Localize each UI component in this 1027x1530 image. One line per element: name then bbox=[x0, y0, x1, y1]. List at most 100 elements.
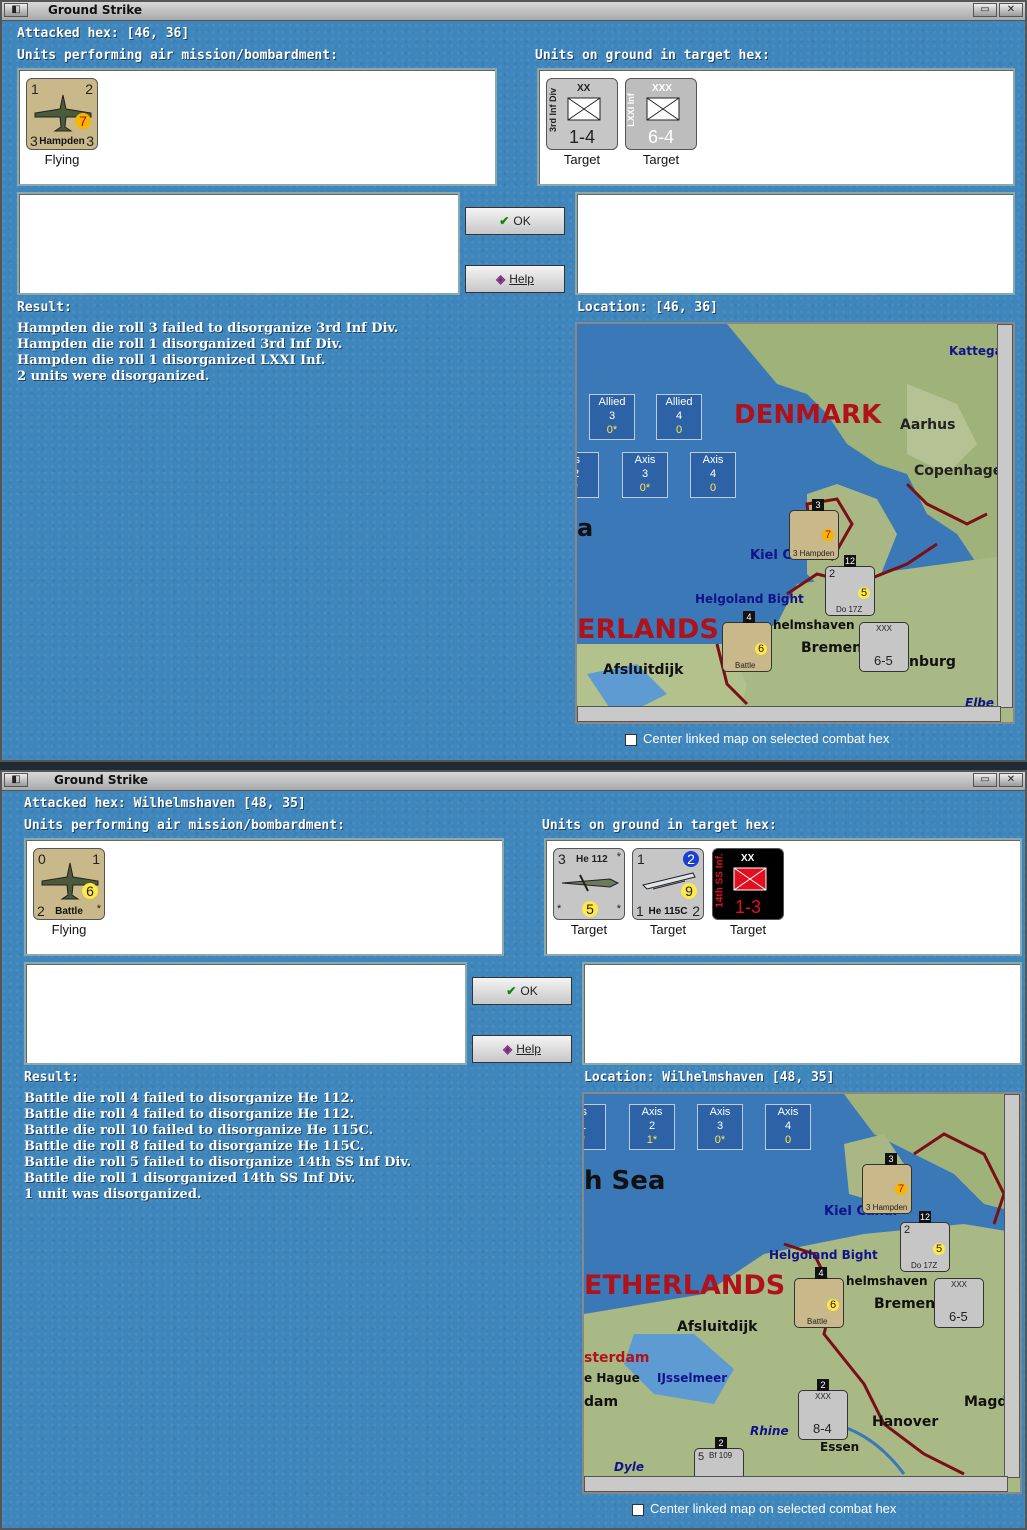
axis-summary-2[interactable]: Axis 2 1* bbox=[629, 1104, 675, 1150]
he112-unit-counter[interactable]: 3 He 112 * * 5 * bbox=[553, 848, 625, 920]
stack-count: 4 bbox=[743, 611, 755, 623]
summary-sub: 0 bbox=[784, 1134, 792, 1146]
close-icon[interactable]: ✕ bbox=[999, 3, 1023, 17]
help-button[interactable]: ◈ Help bbox=[465, 265, 565, 293]
result-line: Battle die roll 1 disorganized 14th SS I… bbox=[24, 1171, 356, 1186]
map-label-helgoland-bight: Helgoland Bight bbox=[695, 592, 804, 606]
axis-summary-4[interactable]: Axis 4 0 bbox=[765, 1104, 811, 1150]
summary-value: 1 bbox=[584, 1120, 586, 1132]
help-label: Help bbox=[509, 272, 534, 286]
allied-summary-3[interactable]: Allied 3 0* bbox=[589, 394, 635, 440]
counter-name: Do 17Z bbox=[836, 605, 863, 614]
counter-name: Battle bbox=[735, 661, 756, 670]
minimize-icon[interactable]: ▭ bbox=[973, 3, 997, 17]
infantry-symbol-icon bbox=[733, 867, 767, 891]
stack-count: 4 bbox=[815, 1267, 827, 1279]
counter-bl: 5 bbox=[698, 1451, 705, 1463]
unit-size: XX bbox=[577, 83, 591, 94]
title-bar: ◧ Ground Strike ▭ ✕ bbox=[2, 2, 1025, 21]
result-label: Result: bbox=[17, 300, 72, 315]
result-line: Battle die roll 4 failed to disorganize … bbox=[24, 1107, 355, 1122]
axis-summary-3[interactable]: Axis 3 0* bbox=[622, 452, 668, 498]
center-map-checkbox[interactable] bbox=[632, 1504, 644, 1516]
counter-name: 6-5 bbox=[949, 1309, 968, 1324]
title-bar: ◧ Ground Strike ▭ ✕ bbox=[2, 772, 1025, 791]
map-label-hanover: Hanover bbox=[872, 1414, 939, 1430]
map-label-denmark: DENMARK bbox=[734, 400, 882, 430]
help-book-icon: ◈ bbox=[496, 272, 506, 286]
counter-badge: 7 bbox=[895, 1183, 907, 1195]
window-menu-icon[interactable]: ◧ bbox=[4, 3, 28, 17]
close-icon[interactable]: ✕ bbox=[999, 773, 1023, 787]
map-vertical-scrollbar[interactable] bbox=[1004, 1094, 1020, 1478]
summary-side: Axis bbox=[641, 1106, 663, 1118]
unit-br: * bbox=[96, 903, 101, 915]
map-label-hamburg: nburg bbox=[909, 654, 956, 670]
summary-value: 4 bbox=[675, 410, 683, 422]
unit-br: 2 bbox=[692, 903, 700, 919]
hampden-map-counter[interactable]: 3 3 Hampden 7 bbox=[862, 1153, 912, 1214]
help-button[interactable]: ◈ Help bbox=[472, 1035, 572, 1063]
unit-status: Target bbox=[729, 922, 767, 937]
xxx-map-counter[interactable]: XXX 6-5 bbox=[859, 622, 909, 672]
ok-button[interactable]: ✔ OK bbox=[465, 207, 565, 235]
air-units-list[interactable]: 0 1 6 2 Battle * Flying bbox=[24, 838, 504, 956]
map-vertical-scrollbar[interactable] bbox=[997, 324, 1013, 708]
ground-units-list[interactable]: 3rd Inf Div XX 1-4 Target LXXI Inf XXX 6… bbox=[537, 68, 1015, 186]
summary-value: 3 bbox=[716, 1120, 724, 1132]
summary-sub: * bbox=[577, 482, 578, 494]
unit-tl: 1 bbox=[637, 851, 645, 867]
result-line: 1 unit was disorganized. bbox=[24, 1187, 202, 1202]
axis-summary-3[interactable]: Axis 3 0* bbox=[697, 1104, 743, 1150]
defender-info-box bbox=[582, 962, 1022, 1065]
ground-units-list[interactable]: 3 He 112 * * 5 * Target 1 2 9 1 He 115C … bbox=[544, 838, 1022, 956]
summary-value: 4 bbox=[784, 1120, 792, 1132]
counter-name: 3 Hampden bbox=[793, 549, 835, 558]
infantry-symbol-icon bbox=[567, 97, 601, 121]
hampden-unit-counter[interactable]: 1 2 7 3 Hampden 3 bbox=[26, 78, 98, 150]
center-map-checkbox[interactable] bbox=[625, 734, 637, 746]
allied-summary-4[interactable]: Allied 4 0 bbox=[656, 394, 702, 440]
defender-info-box bbox=[575, 192, 1015, 295]
14th-ss-inf-counter[interactable]: 14th SS Inf. XX 1-3 bbox=[712, 848, 784, 920]
battle-map-counter[interactable]: 4 6 Battle bbox=[794, 1267, 844, 1328]
stack-count: 2 bbox=[715, 1437, 727, 1449]
summary-sub: * bbox=[584, 1134, 585, 1146]
3rd-inf-div-counter[interactable]: 3rd Inf Div XX 1-4 bbox=[546, 78, 618, 150]
battle-map-counter[interactable]: 4 6 Battle bbox=[722, 611, 772, 672]
battle-unit-counter[interactable]: 0 1 6 2 Battle * bbox=[33, 848, 105, 920]
map-horizontal-scrollbar[interactable] bbox=[577, 706, 1001, 722]
lxxi-inf-counter[interactable]: LXXI Inf XXX 6-4 bbox=[625, 78, 697, 150]
counter-badge: 6 bbox=[827, 1299, 839, 1311]
summary-sub: 0* bbox=[714, 1134, 726, 1146]
do17z-map-counter[interactable]: 12 2 5 Do 17Z bbox=[900, 1211, 950, 1272]
unit-badge: 6 bbox=[82, 883, 98, 899]
xxx-8-4-map-counter[interactable]: 2 XXX 8-4 bbox=[798, 1379, 848, 1440]
map-label-afsluitdijk: Afsluitdijk bbox=[603, 662, 684, 678]
map-label-aarhus: Aarhus bbox=[900, 417, 956, 433]
map-label-helgoland-bight: Helgoland Bight bbox=[769, 1248, 878, 1262]
counter-name: Battle bbox=[807, 1317, 828, 1326]
hampden-map-counter[interactable]: 3 3 Hampden 7 bbox=[789, 499, 839, 560]
counter-name: 6-5 bbox=[874, 653, 893, 668]
do17z-map-counter[interactable]: 12 2 5 Do 17Z bbox=[825, 555, 875, 616]
xxx-6-5-map-counter[interactable]: XXX 6-5 bbox=[934, 1278, 984, 1328]
window-menu-icon[interactable]: ◧ bbox=[4, 773, 28, 787]
linked-map[interactable]: Allied 3 0* Allied 4 0 is 2 * Axis 3 0* Axis 4 0 D… bbox=[575, 322, 1015, 724]
summary-sub: 0* bbox=[606, 424, 618, 436]
location-label: Location: [46, 36] bbox=[577, 300, 718, 315]
minimize-icon[interactable]: ▭ bbox=[973, 773, 997, 787]
map-label-rhine: Rhine bbox=[750, 1424, 789, 1438]
he115c-unit-counter[interactable]: 1 2 9 1 He 115C 2 bbox=[632, 848, 704, 920]
unit-side-label: 3rd Inf Div bbox=[548, 87, 559, 133]
counter-size: XXX bbox=[876, 624, 893, 633]
map-horizontal-scrollbar[interactable] bbox=[584, 1476, 1008, 1492]
linked-map[interactable]: is1* Axis21* Axis30* Axis40 h Sea Kiel C… bbox=[582, 1092, 1022, 1494]
axis-summary-1[interactable]: is 1 * bbox=[584, 1104, 606, 1150]
air-units-list[interactable]: 1 2 7 3 Hampden 3 Flying bbox=[17, 68, 497, 186]
result-line: 2 units were disorganized. bbox=[17, 369, 210, 384]
axis-summary-4[interactable]: Axis 4 0 bbox=[690, 452, 736, 498]
axis-summary-2[interactable]: is 2 * bbox=[577, 452, 599, 498]
unit-badge: 7 bbox=[75, 113, 91, 129]
ok-button[interactable]: ✔ OK bbox=[472, 977, 572, 1005]
